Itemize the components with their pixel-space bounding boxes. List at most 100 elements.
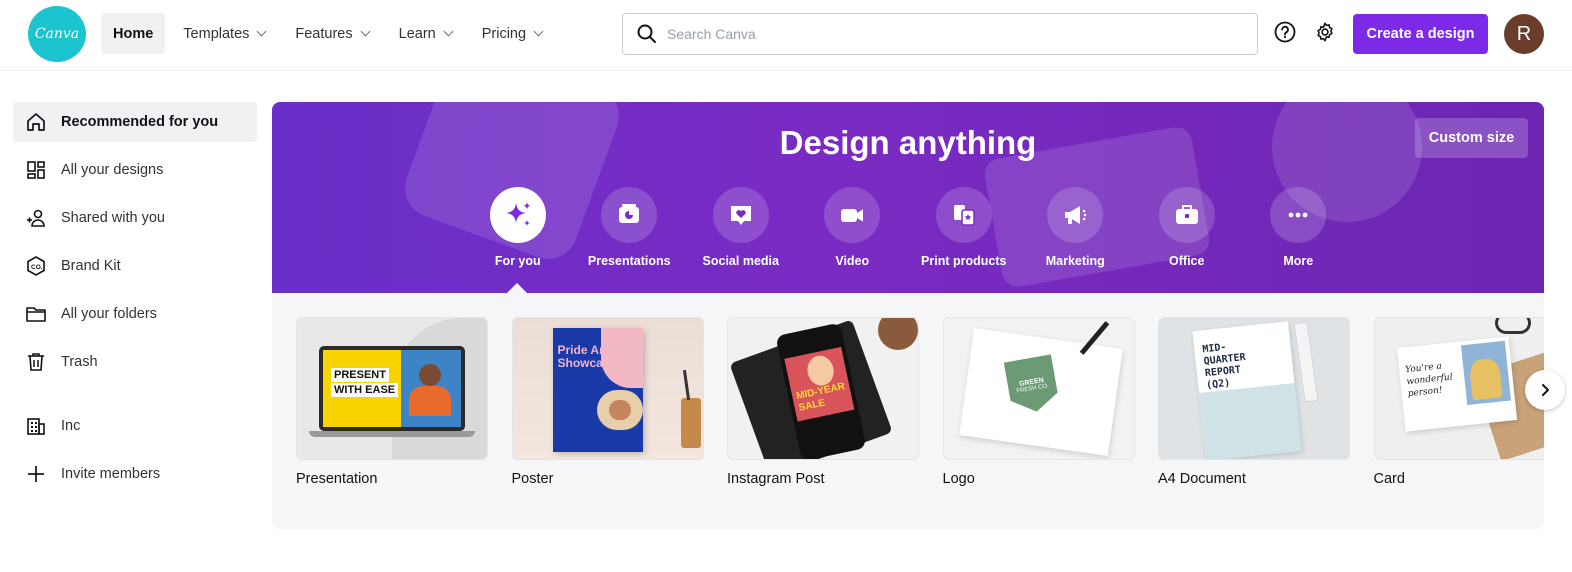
svg-text:CO.: CO. [31, 264, 43, 271]
nav-learn-label: Learn [398, 25, 436, 42]
folder-icon [26, 307, 46, 322]
sidebar-item-shared[interactable]: Shared with you [13, 198, 257, 238]
active-category-pointer [507, 283, 527, 293]
sidebar-item-trash[interactable]: Trash [13, 342, 257, 382]
template-card-poster[interactable]: Pride Art Showcase Poster [511, 317, 704, 487]
more-dots-icon [1270, 187, 1327, 243]
sidebar-item-team[interactable]: Inc [13, 406, 257, 446]
template-label: Logo [942, 471, 975, 487]
brand-kit-icon: CO. [27, 256, 45, 276]
template-label: Card [1373, 471, 1405, 487]
template-thumbnail: You're a wonderful person! [1373, 317, 1544, 460]
pen [682, 369, 690, 401]
poster-sheet: Pride Art Showcase [552, 328, 643, 452]
main-nav: Home Templates Features Learn Pricing [101, 13, 560, 54]
sidebar-item-recommended[interactable]: Recommended for you [13, 102, 257, 142]
question-circle-icon[interactable] [1273, 20, 1297, 44]
canva-logo[interactable]: Canva [28, 6, 86, 62]
category-label: Marketing [1045, 254, 1105, 268]
category-label: Office [1169, 254, 1205, 268]
nav-templates[interactable]: Templates [171, 13, 277, 54]
sidebar-item-label: Inc [61, 418, 81, 434]
logo-text: Canva [34, 26, 80, 42]
glasses [1494, 318, 1531, 334]
nav-pricing[interactable]: Pricing [470, 13, 554, 54]
custom-size-button[interactable]: Custom size [1415, 118, 1528, 158]
sidebar-item-label: Brand Kit [61, 258, 121, 274]
sidebar-item-brand-kit[interactable]: CO. Brand Kit [13, 246, 257, 286]
thumb-text: (Q2) [1205, 377, 1231, 392]
template-thumbnail: MID-YEAR SALE [727, 317, 919, 460]
top-bar: Canva Home Templates Features Learn Pric… [0, 0, 1572, 70]
category-label: Video [835, 254, 870, 268]
template-thumbnail: GREEN FRESH CO. [942, 317, 1135, 460]
ruler [1293, 321, 1319, 403]
thumb-text: PRESENT [331, 368, 389, 382]
shared-users-icon [27, 209, 45, 227]
heart-bubble-icon [712, 187, 769, 243]
create-design-button[interactable]: Create a design [1353, 14, 1488, 54]
thumb-text: Showcase [557, 356, 617, 370]
sidebar: Recommended for you All your designs Sha… [13, 102, 257, 502]
template-card-presentation[interactable]: PRESENT WITH EASE Presentation [296, 317, 488, 487]
template-card-instagram-post[interactable]: MID-YEAR SALE Instagram Post [727, 317, 919, 487]
template-label: Presentation [296, 471, 378, 487]
template-label: A4 Document [1158, 471, 1246, 487]
trash-icon [28, 353, 44, 371]
template-thumbnail: MID- QUARTER REPORT (Q2) [1158, 317, 1350, 460]
video-camera-icon [824, 187, 881, 243]
category-video[interactable]: Video [797, 187, 909, 268]
avatar[interactable]: R [1504, 14, 1544, 54]
document-sheet: MID- QUARTER REPORT (Q2) [1192, 321, 1302, 459]
category-more[interactable]: More [1243, 187, 1355, 268]
template-label: Poster [511, 471, 554, 487]
watch [878, 318, 918, 350]
sidebar-item-folders[interactable]: All your folders [13, 294, 257, 334]
category-marketing[interactable]: Marketing [1020, 187, 1132, 268]
greeting-card: You're a wonderful person! [1396, 336, 1517, 432]
template-card-a4-document[interactable]: MID- QUARTER REPORT (Q2) A4 Document [1158, 317, 1350, 487]
gear-icon[interactable] [1313, 20, 1337, 44]
thumb-text: WITH EASE [331, 383, 399, 397]
search-icon [637, 24, 656, 43]
chevron-right-icon [1542, 384, 1549, 396]
category-label: More [1283, 254, 1314, 268]
category-presentations[interactable]: Presentations [574, 187, 686, 268]
sidebar-item-all-designs[interactable]: All your designs [13, 150, 257, 190]
nav-learn[interactable]: Learn [387, 13, 464, 54]
sidebar-item-invite[interactable]: Invite members [13, 454, 257, 494]
page-title: Design anything [779, 124, 1037, 161]
nav-features-label: Features [295, 25, 353, 42]
laptop-screen: PRESENT WITH EASE [319, 346, 465, 431]
category-label: Presentations [587, 254, 671, 268]
print-icon [935, 187, 992, 243]
sidebar-item-label: Invite members [61, 466, 161, 482]
nav-features[interactable]: Features [283, 13, 380, 54]
home-icon [27, 113, 45, 131]
chevron-down-icon [360, 26, 371, 37]
template-card-card[interactable]: You're a wonderful person! Card [1373, 317, 1544, 487]
category-social-media[interactable]: Social media [685, 187, 797, 268]
presentation-icon [601, 187, 658, 243]
briefcase-icon [1158, 187, 1215, 243]
search-box[interactable] [622, 13, 1258, 55]
template-label: Instagram Post [727, 471, 825, 487]
chevron-down-icon [256, 26, 267, 37]
category-for-you[interactable]: For you [462, 187, 574, 268]
nav-pricing-label: Pricing [481, 25, 527, 42]
category-print-products[interactable]: Print products [908, 187, 1020, 268]
sidebar-item-label: Recommended for you [61, 114, 219, 130]
building-icon [27, 418, 45, 435]
category-office[interactable]: Office [1131, 187, 1243, 268]
template-cards: PRESENT WITH EASE Presentation Pride Art… [296, 317, 1544, 487]
sparkle-icon [489, 187, 546, 243]
carousel-next-button[interactable] [1525, 370, 1565, 410]
template-thumbnail: Pride Art Showcase [511, 317, 704, 460]
template-card-logo[interactable]: GREEN FRESH CO. Logo [942, 317, 1135, 487]
nav-templates-label: Templates [183, 25, 250, 42]
search-input[interactable] [667, 26, 1227, 42]
nav-home[interactable]: Home [101, 13, 166, 54]
grid-icon [27, 161, 45, 179]
sidebar-item-label: All your designs [61, 162, 164, 178]
